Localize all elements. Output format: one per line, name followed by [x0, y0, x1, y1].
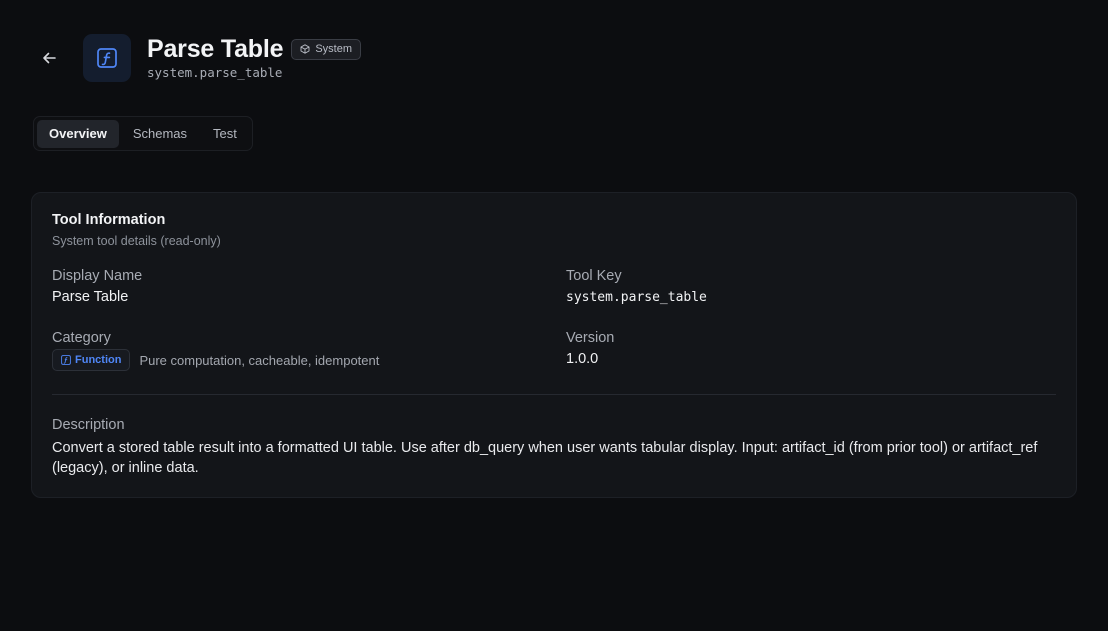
- tool-icon-tile: [83, 34, 131, 82]
- tool-key-label: Tool Key: [566, 268, 622, 284]
- display-name-value: Parse Table: [52, 289, 129, 305]
- category-badge: Function: [52, 349, 131, 371]
- arrow-left-icon: [43, 52, 56, 64]
- divider: [52, 394, 1056, 395]
- tool-detail-page: Parse Table System system.parse_table Ov…: [0, 0, 1108, 631]
- category-badge-label: Function: [75, 354, 122, 366]
- system-badge-label: System: [315, 43, 352, 55]
- tab-test[interactable]: Test: [201, 120, 249, 148]
- function-icon: [97, 48, 117, 68]
- system-badge: System: [291, 38, 361, 60]
- category-description: Pure computation, cacheable, idempotent: [139, 352, 380, 368]
- display-name-label: Display Name: [52, 268, 143, 284]
- category-row: Function Pure computation, cacheable, id…: [52, 349, 379, 371]
- card-subtitle: System tool details (read-only): [52, 234, 221, 248]
- description-label: Description: [52, 417, 125, 433]
- tool-information-card: Tool Information System tool details (re…: [31, 192, 1077, 498]
- title-row: Parse Table System: [147, 34, 361, 64]
- tab-bar: Overview Schemas Test: [33, 116, 253, 151]
- back-button[interactable]: [38, 47, 60, 69]
- cube-icon: [300, 44, 310, 54]
- card-title: Tool Information: [52, 212, 166, 228]
- description-value: Convert a stored table result into a for…: [52, 440, 1038, 476]
- tab-overview[interactable]: Overview: [37, 119, 119, 148]
- version-label: Version: [566, 330, 615, 346]
- tab-schemas[interactable]: Schemas: [121, 120, 199, 148]
- page-title: Parse Table: [147, 35, 284, 63]
- category-label: Category: [52, 330, 111, 346]
- tool-key-subtitle: system.parse_table: [147, 65, 283, 80]
- tool-key-value: system.parse_table: [566, 290, 707, 305]
- function-icon: [61, 355, 71, 365]
- version-value: 1.0.0: [566, 351, 599, 367]
